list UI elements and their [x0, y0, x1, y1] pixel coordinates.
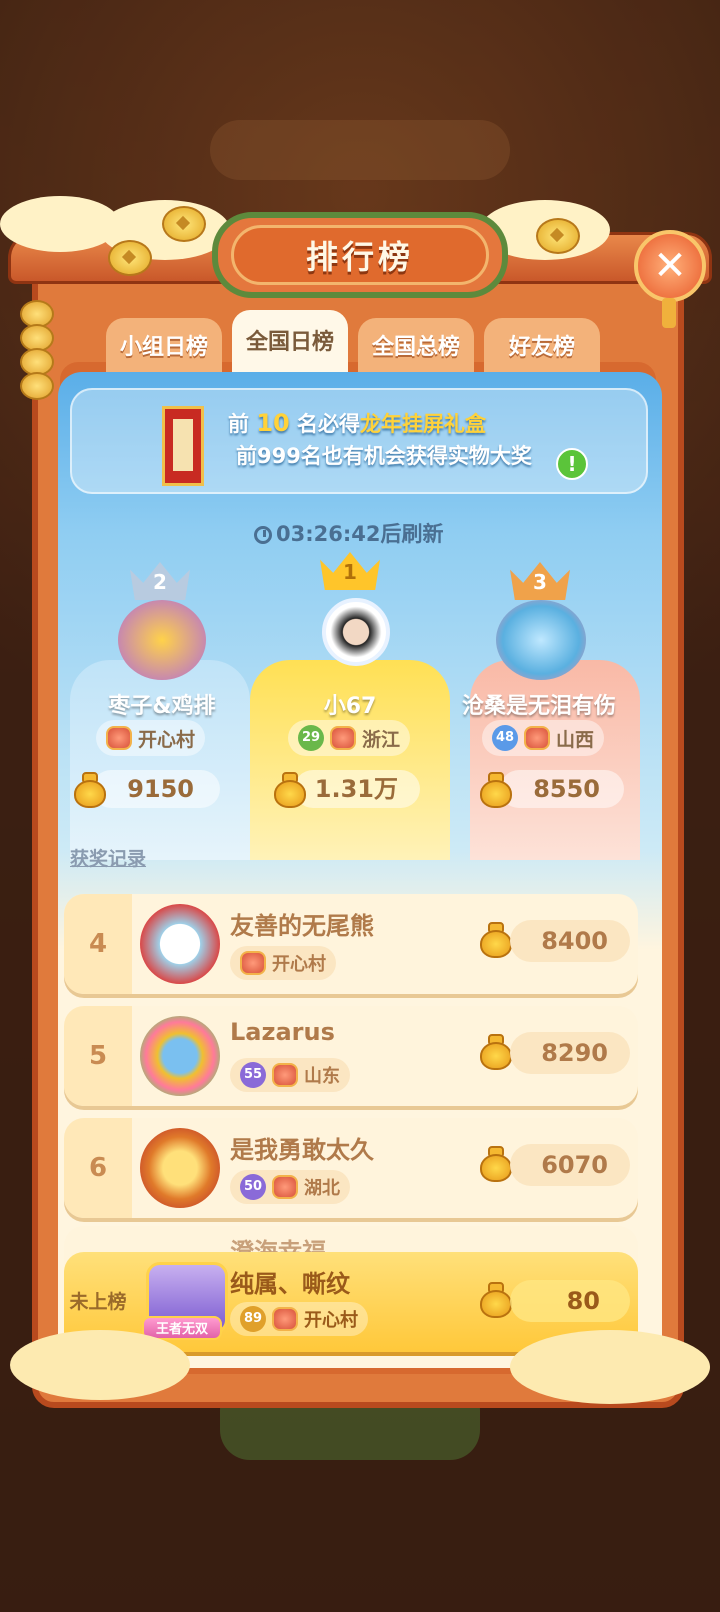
region-label: 开心村: [138, 728, 196, 751]
list-name: 是我勇敢太久: [230, 1136, 374, 1164]
money-bag-icon: [478, 1146, 514, 1182]
lion-icon: [330, 726, 356, 750]
money-bag-icon: [478, 1282, 514, 1318]
podium-name: 小67: [323, 694, 377, 719]
crown-rank-1: 1: [320, 546, 380, 590]
level-badge: 50: [240, 1174, 266, 1200]
crown-rank-2: 2: [130, 556, 190, 600]
podium-name: 沧桑是无泪有伤: [461, 694, 616, 719]
lion-icon: [106, 726, 132, 750]
avatar[interactable]: [118, 600, 206, 680]
refresh-timer: 03:26:42后刷新: [254, 518, 443, 548]
score-value: 8550: [533, 775, 600, 803]
list-name: Lazarus: [230, 1018, 335, 1046]
level-badge: 48: [492, 725, 518, 751]
list-tags: 55 山东: [230, 1058, 350, 1092]
title-plaque: 排行榜: [212, 212, 508, 298]
list-rank: 4: [64, 894, 132, 994]
clock-icon: [254, 526, 272, 544]
list-tags: 50 湖北: [230, 1170, 350, 1204]
my-name: 纯属、嘶纹: [230, 1270, 350, 1298]
avatar: [140, 1016, 220, 1096]
list-tags: 开心村: [230, 946, 336, 980]
title-plaque-inner: 排行榜: [231, 225, 489, 285]
list-score: 6070: [510, 1144, 630, 1186]
region-label: 湖北: [304, 1178, 340, 1199]
region-label: 山西: [556, 728, 595, 751]
banner-number: 10: [256, 409, 290, 437]
list-score: 8290: [510, 1032, 630, 1074]
money-bag-icon: [72, 772, 108, 808]
lion-icon: [272, 1063, 298, 1087]
coin-decoration: [20, 372, 54, 400]
podium-tags: 开心村: [96, 720, 206, 756]
list-rank: 5: [64, 1006, 132, 1106]
podium-score: 8550: [500, 770, 624, 808]
lion-icon: [524, 726, 550, 750]
list-item[interactable]: 6 是我勇敢太久 50 湖北 6070: [64, 1118, 638, 1218]
money-bag-icon: [478, 772, 514, 808]
podium-rank: 1: [343, 560, 357, 584]
coin-decoration: [536, 218, 580, 254]
coin-rope-decoration: [18, 300, 54, 440]
score-value: 1.31万: [314, 775, 398, 803]
money-bag-icon: [272, 772, 308, 808]
coin-decoration: [162, 206, 206, 242]
award-record-link[interactable]: 获奖记录: [70, 844, 146, 871]
lion-icon: [272, 1307, 298, 1331]
banner-middle: 名必得: [297, 412, 361, 436]
my-score: 80: [510, 1280, 630, 1322]
region-label: 山东: [304, 1066, 340, 1087]
podium-score: 9150: [92, 770, 220, 808]
level-badge: 89: [240, 1306, 266, 1332]
money-bag-icon: [478, 922, 514, 958]
list-item[interactable]: 4 友善的无尾熊 开心村 8400: [64, 894, 638, 994]
podium-score: 1.31万: [294, 770, 420, 808]
coin-decoration: [108, 240, 152, 276]
tab-friends[interactable]: 好友榜: [484, 318, 600, 374]
banner-line1: 前 10 名必得龙年挂屏礼盒: [228, 408, 486, 438]
cloud-decoration: [10, 1330, 190, 1400]
region-label: 开心村: [304, 1310, 358, 1331]
podium-rank: 3: [533, 570, 547, 594]
level-badge: 55: [240, 1062, 266, 1088]
avatar[interactable]: [322, 598, 390, 666]
tab-national-total[interactable]: 全国总榜: [358, 318, 474, 374]
lion-icon: [272, 1175, 298, 1199]
avatar[interactable]: [496, 600, 586, 680]
money-bag-icon: [478, 1034, 514, 1070]
list-rank: 6: [64, 1118, 132, 1218]
banner-prefix: 前: [228, 412, 249, 436]
crown-rank-3: 3: [510, 556, 570, 600]
list-score: 8400: [510, 920, 630, 962]
avatar: [140, 1128, 220, 1208]
region-label: 浙江: [362, 728, 401, 751]
banner-prize: 龙年挂屏礼盒: [360, 412, 487, 436]
lion-icon: [240, 951, 266, 975]
background-decoration: [210, 120, 510, 180]
tassel-decoration: [662, 298, 676, 328]
exclamation-icon[interactable]: !: [556, 448, 588, 480]
level-badge: 29: [298, 725, 324, 751]
podium-name: 枣子&鸡排: [108, 694, 216, 719]
prize-scroll-image: [162, 406, 204, 486]
banner-line2: 前999名也有机会获得实物大奖: [236, 444, 532, 468]
page-title: 排行榜: [305, 238, 414, 276]
close-button[interactable]: ✕: [634, 230, 706, 302]
close-icon: ✕: [653, 243, 687, 289]
podium-tags: 48 山西: [482, 720, 605, 756]
list-item[interactable]: 5 Lazarus 55 山东 8290: [64, 1006, 638, 1106]
tab-national-daily[interactable]: 全国日榜: [232, 310, 348, 376]
tab-group-daily[interactable]: 小组日榜: [106, 318, 222, 374]
region-label: 开心村: [272, 954, 326, 975]
my-tags: 89 开心村: [230, 1302, 368, 1336]
podium-rank: 2: [153, 570, 167, 594]
cloud-decoration: [510, 1330, 710, 1404]
podium-tags: 29 浙江: [288, 720, 411, 756]
list-name: 友善的无尾熊: [230, 912, 374, 940]
avatar: [140, 904, 220, 984]
score-value: 9150: [127, 775, 194, 803]
timer-text: 03:26:42后刷新: [276, 522, 444, 546]
